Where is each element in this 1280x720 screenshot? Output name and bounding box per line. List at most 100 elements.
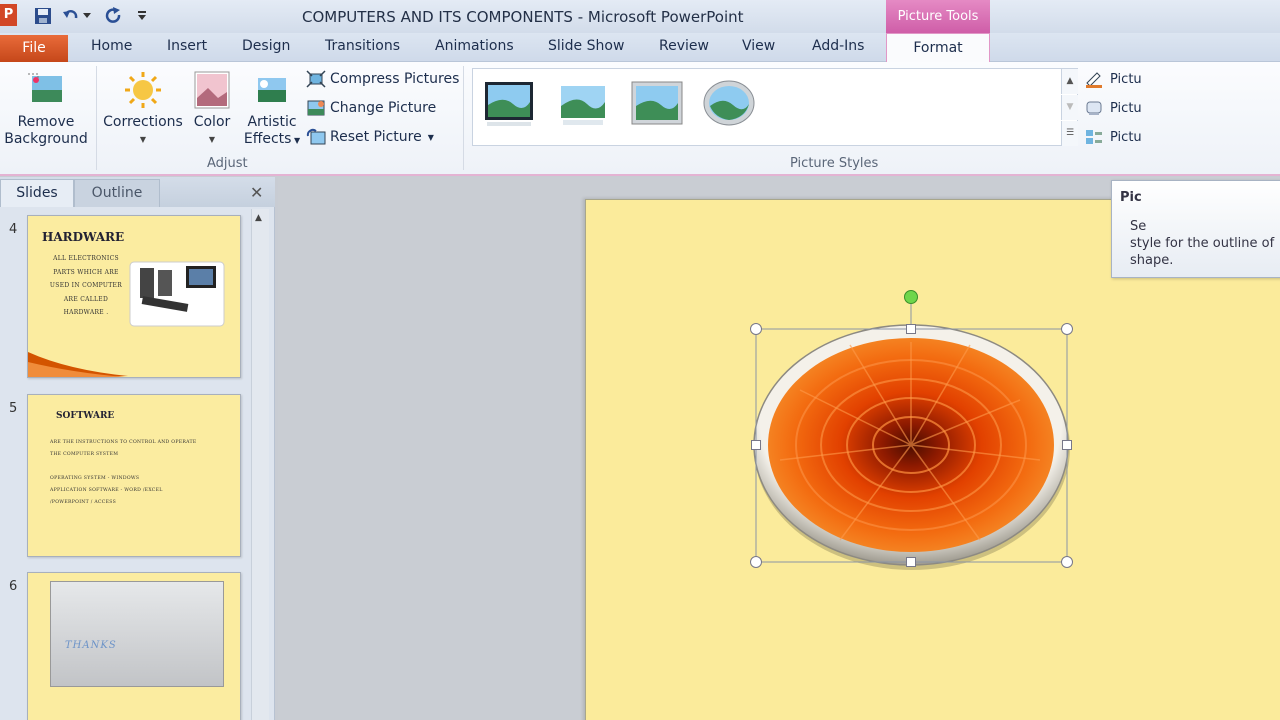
tab-animations[interactable]: Animations (435, 38, 514, 54)
picture-style-simple-frame[interactable] (483, 80, 535, 128)
chevron-down-icon: ▼ (427, 132, 434, 142)
pane-scrollbar[interactable]: ▲ (251, 209, 269, 720)
tab-format[interactable]: Format (886, 33, 990, 63)
picture-style-soft-edge[interactable] (557, 80, 609, 128)
tooltip-body-line: Se (1130, 219, 1147, 234)
compress-pictures-button[interactable]: Compress Pictures (306, 70, 459, 88)
change-picture-icon (306, 99, 326, 117)
compress-pictures-icon (306, 70, 326, 88)
tab-home[interactable]: Home (91, 38, 132, 54)
color-icon (192, 70, 232, 110)
resize-handle[interactable] (906, 557, 916, 567)
customize-qat-icon[interactable] (134, 6, 150, 26)
reset-picture-icon (306, 128, 326, 146)
artistic-effects-button[interactable]: Artistic Effects ▼ (242, 70, 302, 149)
slide-thumbnail[interactable]: HARDWARE ALL ELECTRONICS PARTS WHICH ARE… (27, 215, 241, 378)
slide-number: 6 (9, 579, 18, 594)
picture-effects-icon (1084, 99, 1104, 117)
slide-body-line: PARTS WHICH ARE (53, 268, 119, 276)
resize-handle[interactable] (1061, 323, 1073, 335)
save-icon[interactable] (33, 6, 53, 26)
resize-handle[interactable] (750, 556, 762, 568)
remove-background-label-2: Background (4, 131, 88, 147)
picture-styles-group-label: Picture Styles (790, 156, 879, 171)
tooltip-body-line: style for the outline of (1130, 236, 1275, 251)
redo-icon[interactable] (104, 6, 124, 26)
undo-icon[interactable] (61, 6, 81, 26)
picture-effects-button[interactable]: Pictu (1084, 99, 1142, 117)
tab-slides[interactable]: Slides (0, 179, 74, 207)
gallery-scroll-down-icon[interactable]: ▼ (1061, 95, 1078, 120)
color-button[interactable]: Color ▼ (188, 70, 236, 148)
slide-thumbnail[interactable]: SOFTWARE ARE THE INSTRUCTIONS TO CONTROL… (27, 394, 241, 557)
slide-body-line: HARDWARE . (63, 309, 109, 316)
picture-layout-icon (1084, 128, 1104, 146)
picture-layout-label: Pictu (1110, 129, 1142, 145)
slide-title: THANKS (65, 640, 117, 651)
tab-add-ins[interactable]: Add-Ins (812, 38, 864, 54)
reset-picture-button[interactable]: Reset Picture ▼ (306, 128, 434, 146)
picture-tools-context-label: Picture Tools (886, 0, 990, 33)
slide-body-line: OPERATING SYSTEM - WINDOWS (50, 476, 140, 481)
slide-body-line (50, 461, 230, 473)
change-picture-label: Change Picture (330, 100, 437, 116)
slide-body-line: THE COMPUTER SYSTEM (50, 452, 119, 457)
tab-slide-show[interactable]: Slide Show (548, 38, 624, 54)
slide-body: ARE THE INSTRUCTIONS TO CONTROL AND OPER… (50, 437, 230, 509)
corrections-button[interactable]: Corrections ▼ (103, 70, 183, 148)
color-label: Color (193, 114, 231, 130)
tab-insert[interactable]: Insert (167, 38, 207, 54)
resize-handle[interactable] (751, 440, 761, 450)
slide-body-line: USED IN COMPUTER (49, 282, 123, 289)
tooltip-body: Se style for the outline of shape. (1130, 219, 1280, 269)
scroll-up-icon[interactable]: ▲ (255, 213, 262, 223)
resize-handle[interactable] (750, 323, 762, 335)
close-icon[interactable]: ✕ (250, 183, 263, 202)
picture-border-label: Pictu (1110, 71, 1142, 87)
slide-body-line: ALL ELECTRONICS (53, 255, 119, 262)
adjust-group-label: Adjust (207, 156, 248, 171)
tab-transitions[interactable]: Transitions (325, 38, 400, 54)
resize-handle[interactable] (1062, 440, 1072, 450)
rotate-handle-icon[interactable] (904, 290, 918, 304)
pane-tabs: Slides Outline ✕ (0, 177, 275, 207)
powerpoint-app-icon[interactable]: P (0, 4, 17, 26)
picture-style-beveled[interactable] (631, 80, 683, 128)
sun-icon (123, 70, 163, 110)
remove-background-label-1: Remove (17, 114, 75, 130)
tab-file[interactable]: File (0, 35, 68, 62)
computer-image (126, 254, 226, 328)
slide-body-line: ARE CALLED (63, 295, 109, 303)
title-bar: P COMPUTERS AND ITS COMPONENTS - Microso… (0, 0, 1280, 33)
undo-dropdown-icon[interactable] (81, 6, 93, 26)
reset-picture-label: Reset Picture (330, 129, 422, 145)
artistic-effects-label-1: Artistic (247, 114, 297, 130)
picture-layout-button[interactable]: Pictu (1084, 128, 1142, 146)
slide-number: 4 (9, 222, 18, 237)
artistic-effects-label-2: Effects ▼ (243, 131, 301, 147)
slide-thumbnail[interactable]: THANKS (27, 572, 241, 720)
picture-border-button[interactable]: Pictu (1084, 70, 1142, 88)
slide-image: THANKS (50, 581, 224, 687)
tab-design[interactable]: Design (242, 38, 290, 54)
remove-background-icon (26, 70, 66, 110)
tab-outline[interactable]: Outline (74, 179, 160, 207)
slide-title: SOFTWARE (56, 411, 115, 421)
tooltip: Pic Se style for the outline of shape. (1111, 180, 1280, 278)
chevron-down-icon: ▼ (208, 135, 216, 144)
resize-handle[interactable] (906, 324, 916, 334)
resize-handle[interactable] (1061, 556, 1073, 568)
window-title: COMPUTERS AND ITS COMPONENTS - Microsoft… (302, 8, 744, 26)
ribbon-separator (463, 66, 464, 170)
change-picture-button[interactable]: Change Picture (306, 99, 436, 117)
ribbon-separator (96, 66, 97, 170)
slide-body-line: ARE THE INSTRUCTIONS TO CONTROL AND OPER… (50, 440, 197, 445)
slides-pane: Slides Outline ✕ 4 HARDWARE ALL ELECTRON… (0, 177, 275, 720)
powerpoint-window: P COMPUTERS AND ITS COMPONENTS - Microso… (0, 0, 1280, 720)
picture-style-oval[interactable] (703, 80, 755, 128)
gallery-more-icon[interactable]: ☰ (1061, 121, 1078, 146)
remove-background-button[interactable]: Remove Background (2, 70, 90, 148)
gallery-scroll-up-icon[interactable]: ▲ (1061, 69, 1078, 94)
tab-review[interactable]: Review (659, 38, 709, 54)
tab-view[interactable]: View (742, 38, 775, 54)
